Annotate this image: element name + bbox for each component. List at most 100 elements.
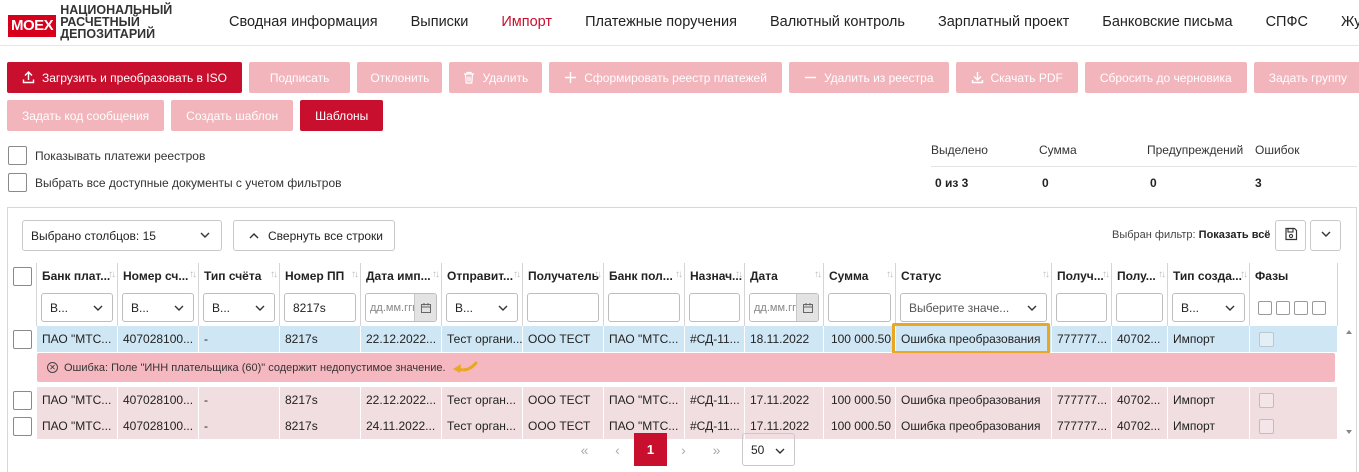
header-recipient[interactable]: Получатель ↑↓ <box>523 263 604 289</box>
sort-icon[interactable]: ↑↓ <box>1042 269 1050 280</box>
first-page-button[interactable]: « <box>568 433 601 466</box>
header-phases[interactable]: Фазы <box>1250 263 1338 289</box>
header-account-number[interactable]: Номер сч... ↑↓ <box>118 263 199 289</box>
sort-icon[interactable]: ↑↓ <box>513 269 521 280</box>
sort-icon[interactable]: ↑↓ <box>270 269 278 280</box>
phase-filter-checkbox-3[interactable] <box>1294 300 1308 315</box>
header-import-date[interactable]: Дата имп... ↑↓ <box>361 263 442 289</box>
nav-summary[interactable]: Сводная информация <box>229 14 378 30</box>
delete-button[interactable]: Удалить <box>449 62 543 93</box>
last-page-button[interactable]: » <box>700 433 733 466</box>
filter-account-number[interactable]: В... <box>122 293 194 322</box>
sort-icon[interactable]: ↑↓ <box>351 269 359 280</box>
sort-icon[interactable]: ↑↓ <box>432 269 440 280</box>
sign-button[interactable]: Подписать <box>248 62 351 93</box>
select-all-filtered-option[interactable]: Выбрать все доступные документы с учетом… <box>8 173 342 192</box>
header-sender[interactable]: Отправит... ↑↓ <box>442 263 523 289</box>
filter-account-type[interactable]: В... <box>203 293 275 322</box>
page-button-current[interactable]: 1 <box>634 433 667 466</box>
filter-amount-input[interactable] <box>828 293 891 322</box>
nav-salary-project[interactable]: Зарплатный проект <box>938 14 1069 30</box>
phase-checkbox[interactable] <box>1259 392 1274 408</box>
sort-icon[interactable]: ↑↓ <box>1240 269 1248 280</box>
sort-icon[interactable]: ↑↓ <box>189 269 197 280</box>
filter-import-date-input[interactable]: дд.мм.гггг <box>365 293 437 322</box>
filter-phases-cell <box>1250 289 1338 326</box>
filter-sender[interactable]: В... <box>446 293 518 322</box>
header-recipient-bank[interactable]: Банк пол... ↑↓ <box>604 263 685 289</box>
reject-button[interactable]: Отклонить <box>357 62 443 93</box>
nav-journal[interactable]: Журнал <box>1341 14 1359 30</box>
filter-purpose-input[interactable] <box>689 293 740 322</box>
show-registry-payments-checkbox[interactable] <box>8 146 27 165</box>
moex-nrd-logo[interactable]: MOEX НАЦИОНАЛЬНЫЙ РАСЧЕТНЫЙ ДЕПОЗИТАРИЙ <box>8 4 172 40</box>
filter-payer-bank[interactable]: В... <box>41 293 113 322</box>
table-scrollbar[interactable] <box>1344 326 1354 438</box>
filter-menu-button[interactable] <box>1310 220 1341 251</box>
sort-icon[interactable]: ↑↓ <box>108 269 116 280</box>
upload-convert-iso-button[interactable]: Загрузить и преобразовать в ISO <box>7 62 242 93</box>
show-registry-payments-option[interactable]: Показывать платежи реестров <box>8 146 205 165</box>
filter-recipient-bank-input[interactable] <box>608 293 680 322</box>
filter-recipient-account-input[interactable] <box>1116 293 1163 322</box>
header-recipient-inn[interactable]: Получ... ↑↓ <box>1052 263 1112 289</box>
create-template-button[interactable]: Создать шаблон <box>171 100 294 131</box>
row-checkbox[interactable] <box>12 329 32 349</box>
sort-icon[interactable]: ↑↓ <box>1158 269 1166 280</box>
header-purpose[interactable]: Назнач... ↑↓ <box>685 263 745 289</box>
download-pdf-button[interactable]: Скачать PDF <box>955 62 1078 93</box>
filter-recipient-input[interactable] <box>527 293 599 322</box>
reset-to-draft-button[interactable]: Сбросить до черновика <box>1084 62 1247 93</box>
header-payer-bank[interactable]: Банк плат... ↑↓ <box>37 263 118 289</box>
set-message-code-button[interactable]: Задать код сообщения <box>7 100 165 131</box>
filter-pp-number-input[interactable]: 8217s <box>284 293 356 322</box>
header-pp-number[interactable]: Номер ПП ↑↓ <box>280 263 361 289</box>
phase-filter-checkbox-4[interactable] <box>1312 300 1326 315</box>
nav-currency-control[interactable]: Валютный контроль <box>770 14 905 30</box>
nav-bank-letters[interactable]: Банковские письма <box>1102 14 1232 30</box>
templates-button[interactable]: Шаблоны <box>300 100 384 131</box>
sort-icon[interactable]: ↑↓ <box>1102 269 1110 280</box>
phase-filter-checkbox-2[interactable] <box>1276 300 1290 315</box>
nav-payment-orders[interactable]: Платежные поручения <box>585 14 737 30</box>
save-filter-button[interactable] <box>1275 220 1306 251</box>
nav-spfs[interactable]: СПФС <box>1266 14 1308 30</box>
filter-date-input[interactable]: дд.мм.гггг <box>749 293 819 322</box>
collapse-all-rows-button[interactable]: Свернуть все строки <box>233 220 395 251</box>
sort-icon[interactable]: ↑↓ <box>814 269 822 280</box>
remove-from-registry-button[interactable]: Удалить из реестра <box>788 62 949 93</box>
header-recipient-account[interactable]: Полу... ↑↓ <box>1112 263 1168 289</box>
set-group-button[interactable]: Задать группу <box>1253 62 1359 93</box>
header-amount[interactable]: Сумма ↑↓ <box>824 263 896 289</box>
sort-icon[interactable]: ↑↓ <box>594 269 602 280</box>
row-checkbox[interactable] <box>12 416 32 436</box>
header-status[interactable]: Статус ↑↓ <box>896 263 1052 289</box>
nav-statements[interactable]: Выписки <box>411 14 469 30</box>
select-all-rows-checkbox[interactable] <box>12 266 32 286</box>
calendar-icon[interactable] <box>796 294 818 321</box>
sort-icon[interactable]: ↑↓ <box>735 269 743 280</box>
header-account-type[interactable]: Тип счёта ↑↓ <box>199 263 280 289</box>
phase-checkbox[interactable] <box>1259 418 1274 434</box>
header-creation-type[interactable]: Тип созда... ↑↓ <box>1168 263 1250 289</box>
sort-icon[interactable]: ↑↓ <box>675 269 683 280</box>
columns-selector[interactable]: Выбрано столбцов: 15 <box>22 220 222 251</box>
table-row[interactable]: ПАО "МТС... 407028100... - 8217s 22.12.2… <box>8 326 1338 352</box>
phase-filter-checkbox-1[interactable] <box>1258 300 1272 315</box>
nav-import[interactable]: Импорт <box>501 14 552 30</box>
page-size-select[interactable]: 50 <box>742 433 795 466</box>
next-page-button[interactable]: › <box>667 433 700 466</box>
phase-checkbox[interactable] <box>1259 331 1274 347</box>
filter-creation-type[interactable]: В... <box>1172 293 1245 322</box>
sort-icon[interactable]: ↑↓ <box>886 269 894 280</box>
calendar-icon[interactable] <box>414 294 436 321</box>
table-row[interactable]: ПАО "МТС... 407028100... - 8217s 22.12.2… <box>8 387 1338 413</box>
filter-status-select[interactable]: Выберите значе... <box>900 293 1047 322</box>
filter-recipient-inn-input[interactable] <box>1056 293 1107 322</box>
prev-page-button[interactable]: ‹ <box>601 433 634 466</box>
plus-icon <box>564 71 577 84</box>
row-checkbox[interactable] <box>12 390 32 410</box>
select-all-filtered-checkbox[interactable] <box>8 173 27 192</box>
header-date[interactable]: Дата ↑↓ <box>745 263 824 289</box>
create-payment-registry-button[interactable]: Сформировать реестр платежей <box>549 62 782 93</box>
